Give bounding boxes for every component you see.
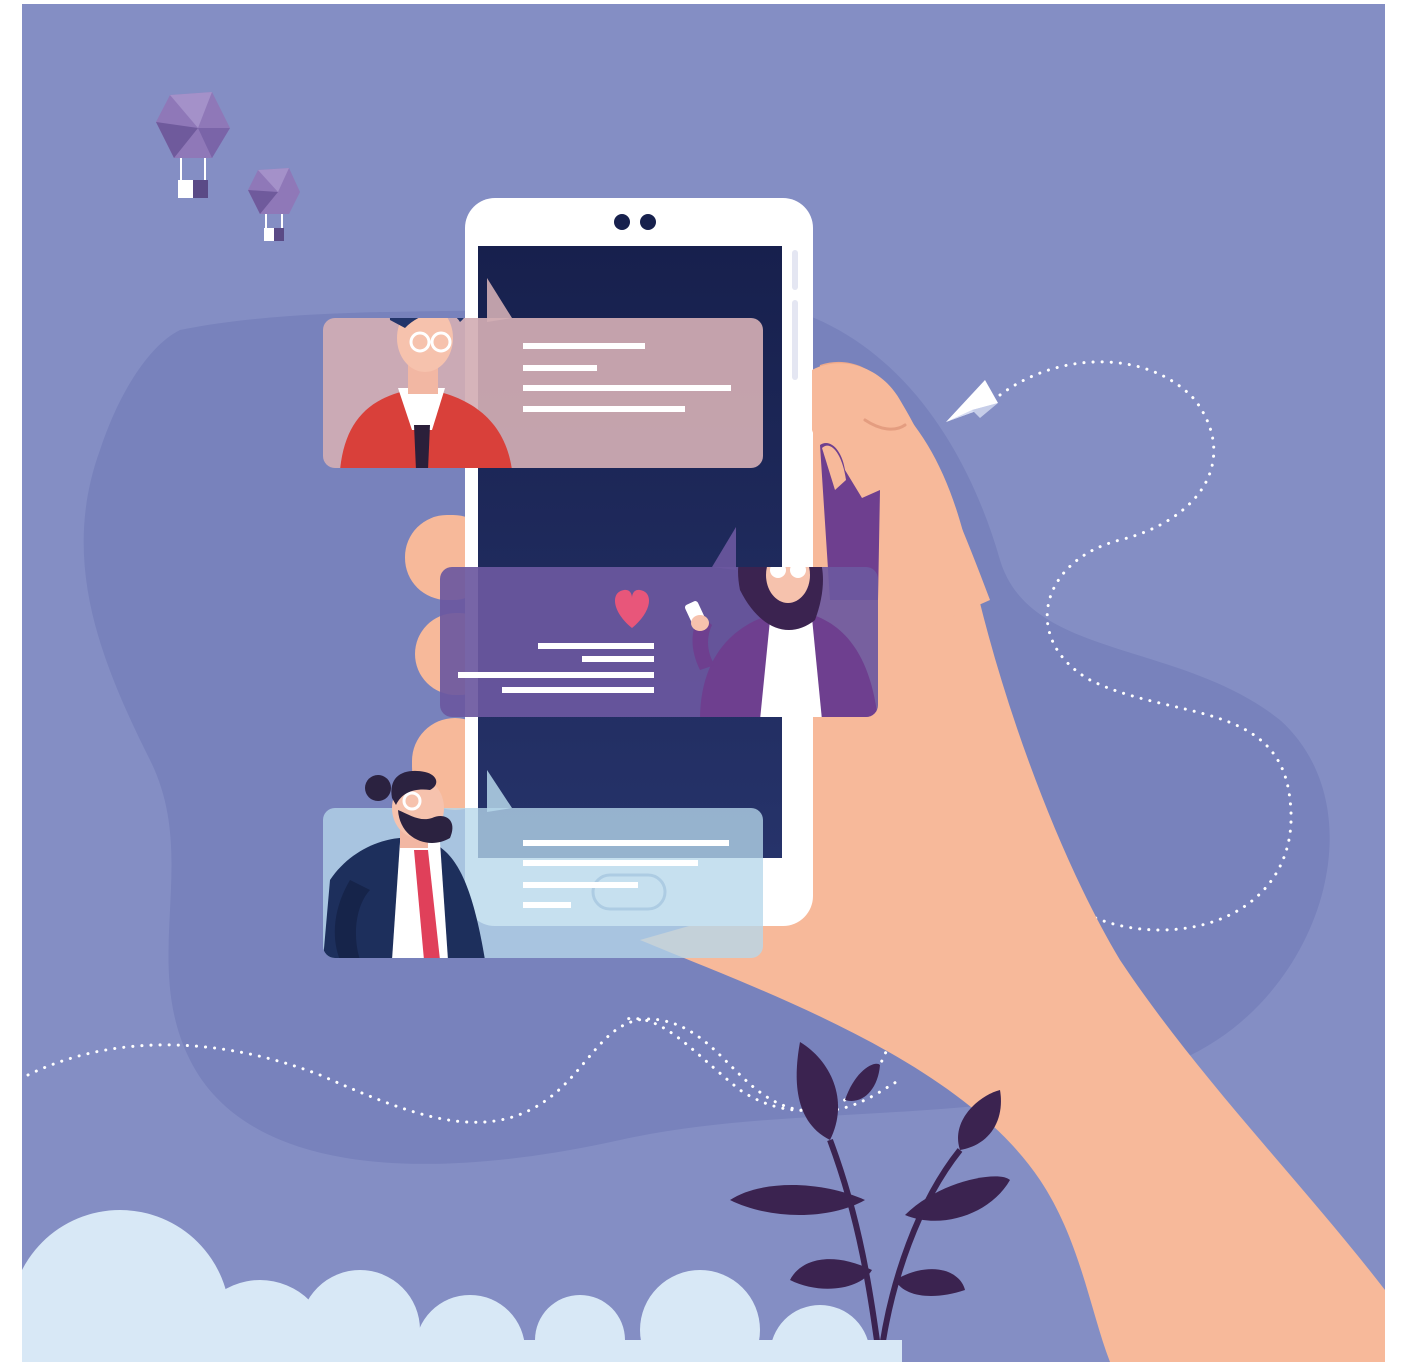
message-line xyxy=(523,902,571,908)
side-button-long xyxy=(792,300,798,380)
message-line xyxy=(523,860,698,866)
message-line xyxy=(523,840,729,846)
message-line xyxy=(582,656,654,662)
message-line xyxy=(523,343,645,349)
illustration-canvas xyxy=(0,0,1407,1362)
front-camera-icon xyxy=(614,214,630,230)
message-line xyxy=(523,882,638,888)
front-sensor-icon xyxy=(640,214,656,230)
message-line xyxy=(523,385,731,391)
side-button xyxy=(792,250,798,290)
message-line xyxy=(538,643,654,649)
chat-illustration xyxy=(0,0,1407,1362)
message-line xyxy=(502,687,654,693)
message-line xyxy=(458,672,654,678)
message-line xyxy=(523,406,685,412)
message-line xyxy=(523,365,597,371)
